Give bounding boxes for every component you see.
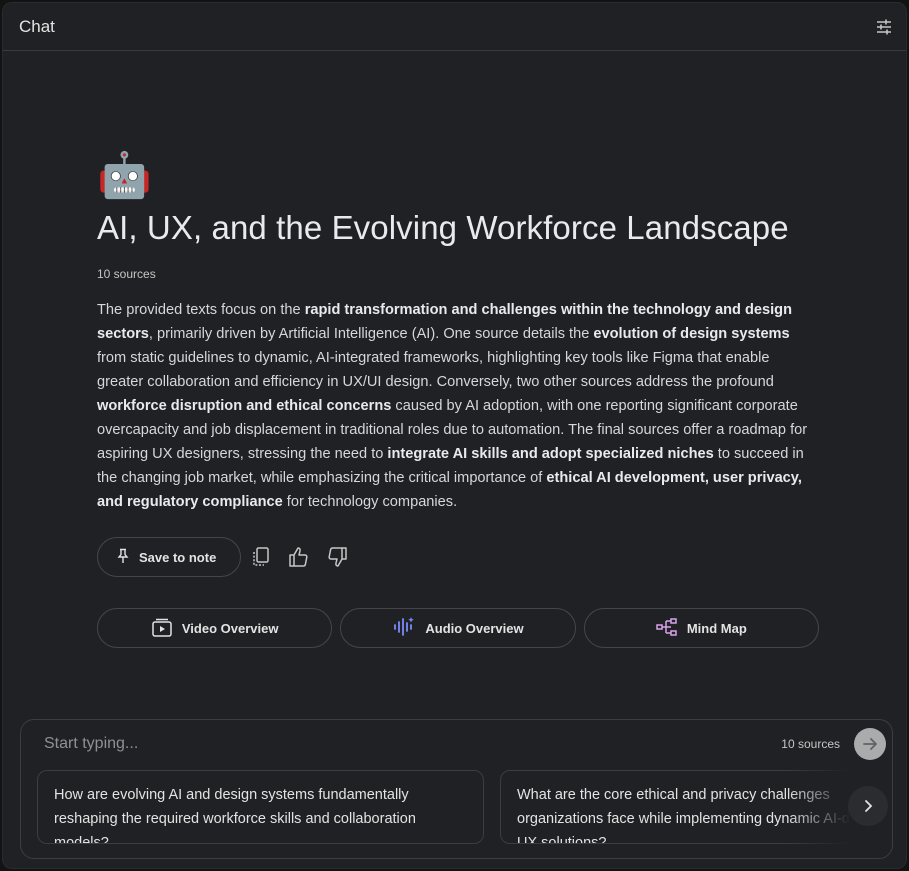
audio-overview-label: Audio Overview	[425, 620, 524, 636]
next-suggestions-button[interactable]	[848, 786, 888, 826]
tune-icon[interactable]	[868, 11, 900, 43]
audio-waveform-icon	[392, 616, 416, 641]
chat-panel: Chat 🤖 AI, UX, and the Evolving Workforc…	[2, 2, 907, 869]
summary-segment: , primarily driven by Artificial Intelli…	[148, 326, 594, 342]
audio-overview-button[interactable]: Audio Overview	[340, 608, 576, 648]
sources-count: 10 sources	[97, 267, 156, 281]
summary-text: The provided texts focus on the rapid tr…	[97, 298, 819, 514]
summary-highlight: evolution of design systems	[593, 326, 790, 342]
composer-row: 10 sources	[21, 720, 892, 768]
video-overview-icon	[151, 616, 173, 641]
summary-highlight: workforce disruption and ethical concern…	[97, 398, 392, 414]
save-to-note-button[interactable]: Save to note	[97, 537, 242, 577]
composer-sources-count: 10 sources	[781, 737, 840, 751]
mind-map-label: Mind Map	[686, 620, 747, 636]
summary-highlight: integrate AI skills and adopt specialize…	[387, 446, 714, 462]
send-button[interactable]	[854, 728, 886, 760]
thumbs-up-icon[interactable]	[281, 539, 317, 575]
overview-buttons: Video Overview Audio Overview Mind Map	[97, 608, 819, 648]
thumbs-down-icon[interactable]	[319, 539, 355, 575]
chat-title: Chat	[19, 16, 55, 36]
video-overview-button[interactable]: Video Overview	[97, 608, 333, 648]
arrow-right-icon	[863, 738, 877, 750]
chat-header: Chat	[3, 3, 906, 51]
chat-composer: 10 sources How are evolving AI and desig…	[20, 719, 893, 859]
pin-icon	[116, 548, 130, 567]
mind-map-button[interactable]: Mind Map	[583, 608, 819, 648]
notebook-title: AI, UX, and the Evolving Workforce Lands…	[97, 209, 789, 246]
video-overview-label: Video Overview	[181, 620, 279, 636]
summary-segment: The provided texts focus on the	[97, 302, 305, 318]
notebook-emoji: 🤖	[97, 151, 152, 200]
chat-input[interactable]	[44, 735, 782, 753]
notebook-summary: 🤖 AI, UX, and the Evolving Workforce Lan…	[97, 149, 819, 648]
suggested-questions: How are evolving AI and design systems f…	[37, 770, 877, 844]
chevron-right-icon	[865, 800, 873, 812]
summary-segment: from static guidelines to dynamic, AI-in…	[97, 350, 774, 390]
response-actions: Save to note	[97, 537, 819, 577]
suggested-question[interactable]: How are evolving AI and design systems f…	[37, 770, 484, 844]
save-to-note-label: Save to note	[139, 549, 217, 565]
summary-segment: for technology companies.	[282, 494, 458, 510]
mind-map-icon	[656, 617, 678, 640]
copy-icon[interactable]	[243, 539, 279, 575]
